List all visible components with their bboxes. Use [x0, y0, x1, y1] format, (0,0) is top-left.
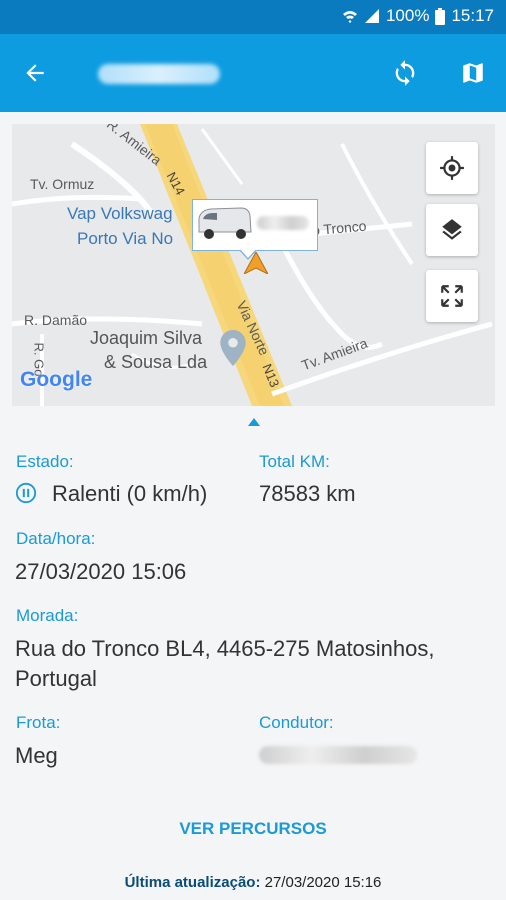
- datahora-label: Data/hora:: [16, 529, 96, 548]
- frota-label: Frota:: [16, 713, 61, 732]
- map-poi-label: Porto Via No: [77, 229, 174, 248]
- map-poi-label: Joaquim Silva: [90, 328, 203, 348]
- morada-line2: Portugal: [15, 666, 97, 691]
- condutor-label: Condutor:: [259, 713, 334, 732]
- morada-label: Morada:: [16, 606, 79, 625]
- map-button[interactable]: [454, 54, 492, 92]
- last-update: Última atualização: 27/03/2020 15:16: [0, 874, 506, 891]
- condutor-value-redacted: [259, 746, 417, 764]
- map-label: R. Damão: [24, 312, 88, 328]
- last-update-value: 27/03/2020 15:16: [264, 874, 382, 891]
- status-bar: 100% 15:17: [0, 0, 506, 34]
- vehicle-title-redacted: [98, 64, 220, 84]
- estado-value: Ralenti (0 km/h): [52, 481, 208, 506]
- layers-icon: [442, 219, 462, 240]
- back-button[interactable]: [16, 54, 54, 92]
- vehicle-popup[interactable]: [192, 199, 318, 260]
- last-update-label: Última atualização:: [124, 874, 261, 891]
- total-km-label: Total KM:: [259, 452, 330, 471]
- map-label: Tv. Ormuz: [30, 176, 95, 192]
- layers-button[interactable]: [426, 204, 478, 256]
- morada-line1: Rua do Tronco BL4, 4465-275 Matosinhos,: [15, 636, 435, 661]
- my-location-button[interactable]: [426, 142, 478, 194]
- ver-percursos-button[interactable]: VER PERCURSOS: [0, 819, 506, 839]
- wifi-icon: [342, 11, 357, 23]
- arrow-back-icon: [26, 64, 44, 82]
- map-poi-label: & Sousa Lda: [104, 352, 208, 372]
- app-bar: [0, 34, 506, 112]
- fullscreen-button[interactable]: [426, 270, 478, 322]
- van-icon: [198, 207, 252, 239]
- crosshair-icon: [440, 156, 464, 180]
- datahora-value: 27/03/2020 15:06: [15, 559, 187, 584]
- map-poi-label: Vap Volkswag: [67, 204, 173, 223]
- sync-icon: [395, 60, 415, 86]
- map-view[interactable]: R. Amieira Tv. Ormuz N14 Vap Volkswag Po…: [12, 124, 495, 406]
- vehicle-name-redacted: [257, 216, 309, 230]
- expand-up-icon[interactable]: [248, 418, 260, 426]
- google-logo: Google: [20, 368, 93, 391]
- battery-icon: [435, 7, 446, 25]
- refresh-button[interactable]: [386, 54, 424, 92]
- pause-circle-icon: [15, 482, 37, 504]
- fullscreen-icon: [441, 285, 463, 307]
- map-icon: [463, 63, 483, 83]
- location-pin-icon: [220, 330, 246, 366]
- estado-label: Estado:: [16, 452, 74, 471]
- clock: 15:17: [451, 6, 494, 25]
- signal-icon: [364, 9, 379, 23]
- battery-percent: 100%: [385, 6, 430, 25]
- total-km-value: 78583 km: [259, 481, 356, 506]
- frota-value: Meg: [15, 743, 58, 768]
